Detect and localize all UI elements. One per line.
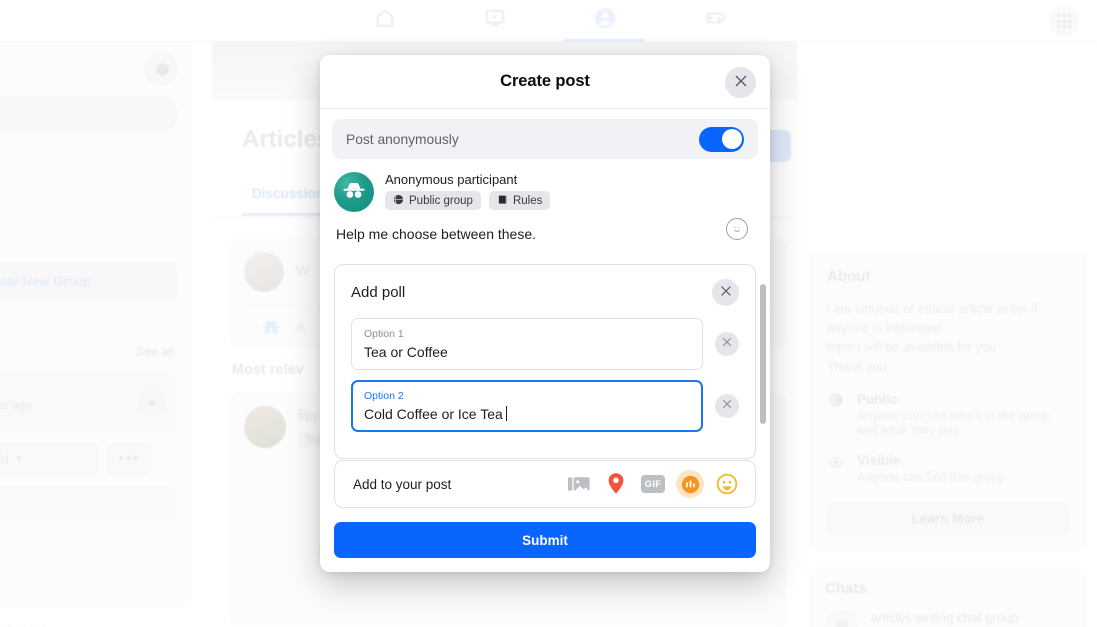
add-to-post-icons: GIF — [565, 470, 741, 498]
globe-icon — [393, 194, 404, 208]
poll-option-1-value: Tea or Coffee — [364, 343, 448, 360]
poll-option-2-label: Option 2 — [364, 389, 404, 402]
poll-title: Add poll — [351, 284, 406, 301]
poll-header: Add poll — [351, 279, 739, 306]
author-badges: Public group Rules — [385, 191, 551, 210]
smiley-icon[interactable] — [726, 218, 748, 240]
badge-rules-label: Rules — [512, 194, 543, 207]
remove-poll-option-1-button[interactable] — [715, 331, 739, 356]
close-icon — [733, 73, 749, 92]
modal-scrollbar[interactable] — [760, 284, 766, 424]
gif-icon[interactable]: GIF — [639, 470, 667, 498]
post-text-area[interactable]: Help me choose between these. — [320, 212, 770, 242]
close-icon — [721, 336, 733, 351]
photo-icon[interactable] — [565, 470, 593, 498]
modal-title: Create post — [500, 72, 590, 90]
poll-card: Add poll Option 1 Tea or Coffee Option 2… — [334, 264, 756, 459]
badge-public-group-label: Public group — [409, 194, 473, 207]
add-to-your-post-bar: Add to your post GIF — [334, 460, 756, 508]
poll-option-row: Option 2 Cold Coffee or Ice Tea — [351, 379, 739, 432]
badge-public-group[interactable]: Public group — [385, 191, 481, 210]
poll-option-row: Option 1 Tea or Coffee — [351, 318, 739, 370]
post-anonymously-row: Post anonymously — [332, 119, 758, 159]
location-pin-icon[interactable] — [602, 470, 630, 498]
avatar — [334, 172, 374, 212]
author-name: Anonymous participant — [385, 172, 518, 187]
post-text: Help me choose between these. — [336, 226, 537, 242]
text-caret — [505, 406, 507, 421]
close-icon — [719, 284, 733, 301]
badge-rules[interactable]: Rules — [488, 191, 551, 210]
poll-option-2-value-wrap: Cold Coffee or Ice Tea — [364, 406, 690, 422]
poll-icon[interactable] — [676, 470, 704, 498]
close-button[interactable] — [725, 67, 756, 98]
book-icon — [497, 194, 508, 208]
poll-option-1-label: Option 1 — [364, 328, 404, 340]
app-root: ate New Group See all eks ago ▲ ed ▼ •••… — [0, 0, 1097, 627]
incognito-icon — [341, 181, 367, 204]
poll-option-1-input[interactable]: Option 1 Tea or Coffee — [351, 318, 703, 370]
add-to-your-post-label: Add to your post — [353, 476, 452, 492]
close-icon — [721, 398, 733, 413]
modal-body: Post anonymously Anonymous participant P… — [320, 109, 770, 460]
remove-poll-button[interactable] — [712, 279, 739, 306]
modal-footer: Add to your post GIF Submit — [320, 460, 770, 572]
post-anonymously-label: Post anonymously — [346, 131, 459, 147]
remove-poll-option-2-button[interactable] — [715, 393, 739, 418]
modal-header: Create post — [320, 55, 770, 109]
poll-option-2-input[interactable]: Option 2 Cold Coffee or Ice Tea — [351, 379, 703, 432]
create-post-modal: Create post Post anonymously Anonymous p… — [320, 55, 770, 572]
author-row: Anonymous participant Public group Rules — [320, 159, 770, 212]
poll-option-2-value: Cold Coffee or Ice Tea — [364, 405, 503, 422]
post-anonymously-toggle[interactable] — [699, 126, 744, 152]
submit-button[interactable]: Submit — [334, 522, 756, 558]
emoji-icon[interactable] — [713, 470, 741, 498]
toggle-knob — [721, 129, 742, 149]
